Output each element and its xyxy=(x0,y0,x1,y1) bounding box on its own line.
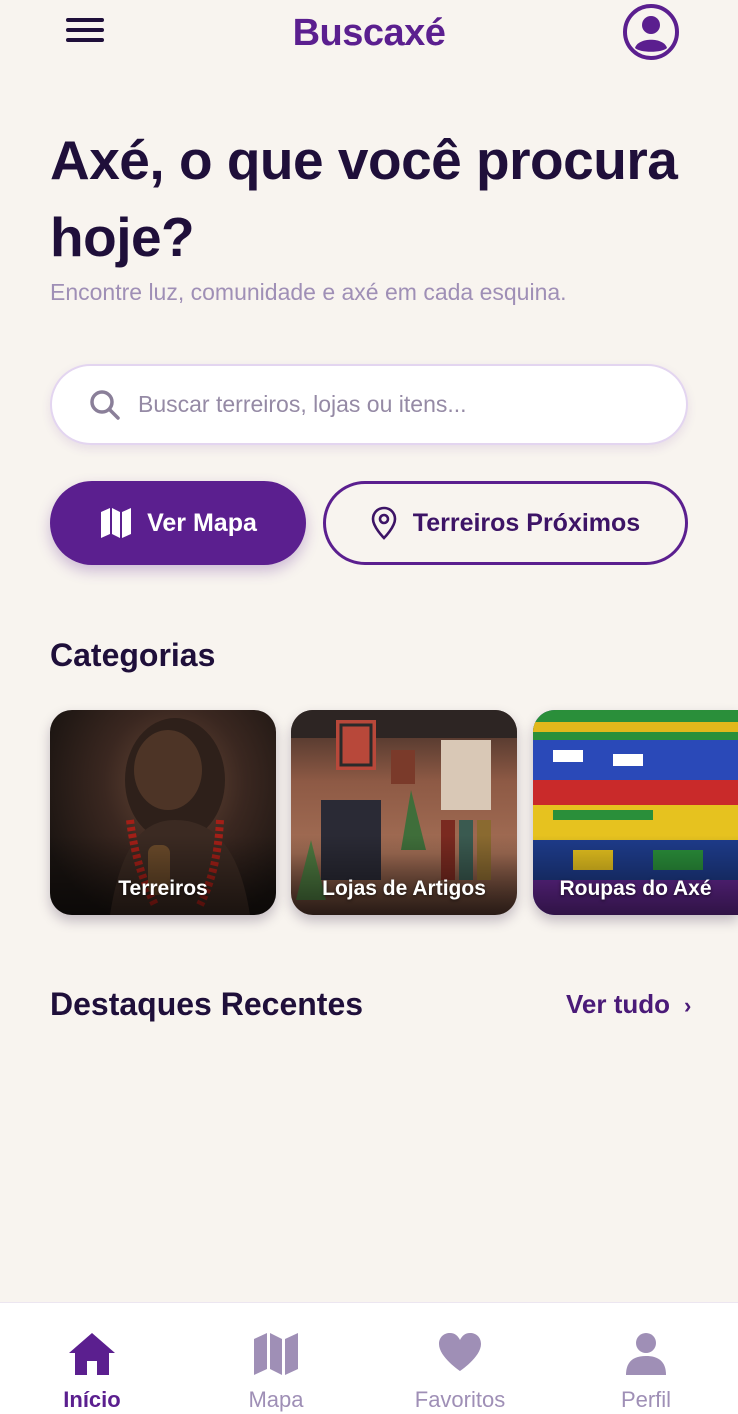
category-card-roupas[interactable]: Roupas do Axé xyxy=(533,710,738,915)
home-screen: Buscaxé Axé, o que você procura hoje? En… xyxy=(0,0,738,1414)
nav-label: Perfil xyxy=(620,1387,672,1412)
nav-item-favoritos[interactable]: Favoritos xyxy=(368,1303,552,1414)
category-label: Lojas de Artigos xyxy=(322,877,486,900)
highlights-title: Destaques Recentes xyxy=(50,986,364,1022)
see-all-label: Ver tudo xyxy=(566,989,671,1019)
search-icon xyxy=(90,389,120,420)
search-input[interactable] xyxy=(138,391,658,418)
category-card-lojas[interactable]: Lojas de Artigos xyxy=(291,710,517,915)
heart-icon xyxy=(439,1333,481,1371)
home-icon xyxy=(69,1333,115,1375)
nav-label: Favoritos xyxy=(414,1387,506,1412)
category-label: Terreiros xyxy=(118,877,208,900)
nav-label: Mapa xyxy=(248,1387,304,1412)
search-bar[interactable] xyxy=(50,364,688,445)
map-icon xyxy=(254,1333,298,1375)
person-icon xyxy=(626,1333,666,1375)
nav-item-perfil[interactable]: Perfil xyxy=(554,1303,738,1414)
see-all-link[interactable]: Ver tudo › xyxy=(566,989,691,1020)
view-map-label: Ver Mapa xyxy=(147,508,257,537)
category-card-terreiros[interactable]: Terreiros xyxy=(50,710,276,915)
hero-subtitle: Encontre luz, comunidade e axé em cada e… xyxy=(50,279,567,305)
map-icon xyxy=(101,508,132,538)
app-header: Buscaxé xyxy=(0,0,738,70)
hero-title: Axé, o que você procura hoje? xyxy=(50,129,678,268)
nav-item-mapa[interactable]: Mapa xyxy=(184,1303,368,1414)
category-label: Roupas do Axé xyxy=(559,877,712,900)
nav-label: Início xyxy=(63,1387,121,1412)
categories-title: Categorias xyxy=(50,637,216,673)
chevron-right-icon: › xyxy=(684,993,692,1018)
location-pin-icon xyxy=(371,506,397,540)
nearby-terreiros-label: Terreiros Próximos xyxy=(412,508,641,537)
user-circle-icon[interactable] xyxy=(622,3,680,61)
nearby-terreiros-button[interactable]: Terreiros Próximos xyxy=(323,481,688,565)
nav-item-inicio[interactable]: Início xyxy=(0,1303,184,1414)
bottom-navigation: Início Mapa Favoritos Perfil xyxy=(0,1302,738,1414)
view-map-button[interactable]: Ver Mapa xyxy=(50,481,306,565)
